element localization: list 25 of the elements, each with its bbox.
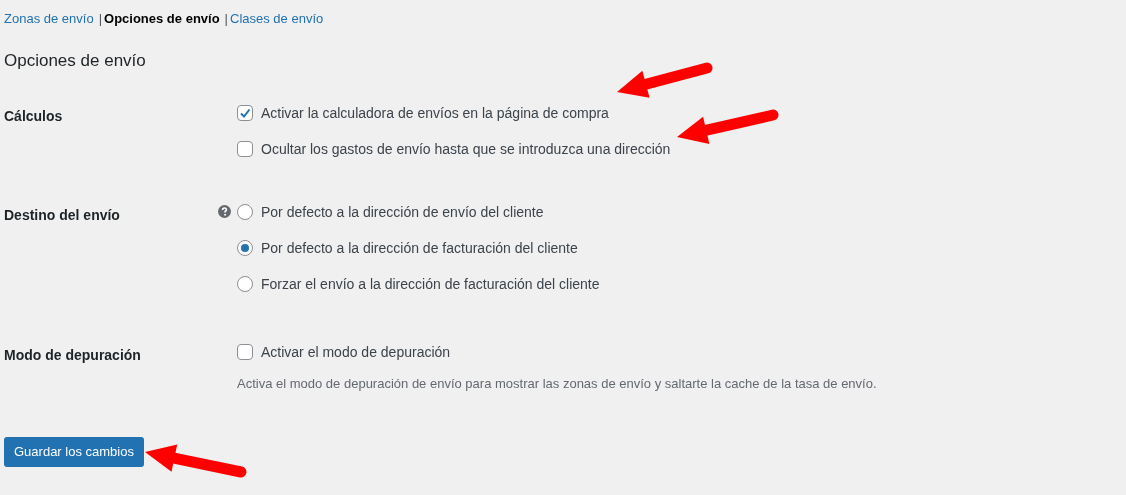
option-label: Ocultar los gastos de envío hasta que se introduzca una dirección	[261, 139, 671, 159]
radio-button[interactable]	[237, 276, 253, 292]
field-label: Destino del envío	[4, 207, 120, 223]
section-heading: Opciones de envío	[4, 50, 147, 70]
help-icon[interactable]	[218, 205, 231, 218]
field-label: Modo de depuración	[4, 347, 141, 363]
checkbox[interactable]	[237, 344, 253, 360]
option-label: Por defecto a la dirección de facturación del cliente	[261, 238, 578, 258]
checkbox[interactable]	[237, 105, 253, 121]
radio-button[interactable]	[237, 240, 253, 256]
separator: |	[98, 9, 102, 28]
field-label: Cálculos	[4, 108, 63, 124]
option-label: Activar la calculadora de envíos en la página de compra	[261, 103, 609, 123]
subnav-link[interactable]: Clases de envío	[230, 8, 324, 29]
separator: |	[224, 9, 228, 28]
option-label: Forzar el envío a la dirección de facturación del cliente	[261, 274, 600, 294]
option-label: Activar el modo de depuración	[261, 342, 451, 362]
checkbox[interactable]	[237, 141, 253, 157]
subnav-link[interactable]: Zonas de envío	[4, 8, 94, 29]
radio-button[interactable]	[237, 204, 253, 220]
check-icon	[239, 107, 251, 119]
subnav-link[interactable]: Opciones de envío	[104, 8, 220, 29]
option-label: Por defecto a la dirección de envío del cliente	[261, 202, 544, 222]
save-button[interactable]: Guardar los cambios	[4, 436, 144, 467]
field-description: Activa el modo de depuración de envío para mostrar las zonas de envío y saltarte la cache de la tasa de envío.	[237, 375, 877, 393]
